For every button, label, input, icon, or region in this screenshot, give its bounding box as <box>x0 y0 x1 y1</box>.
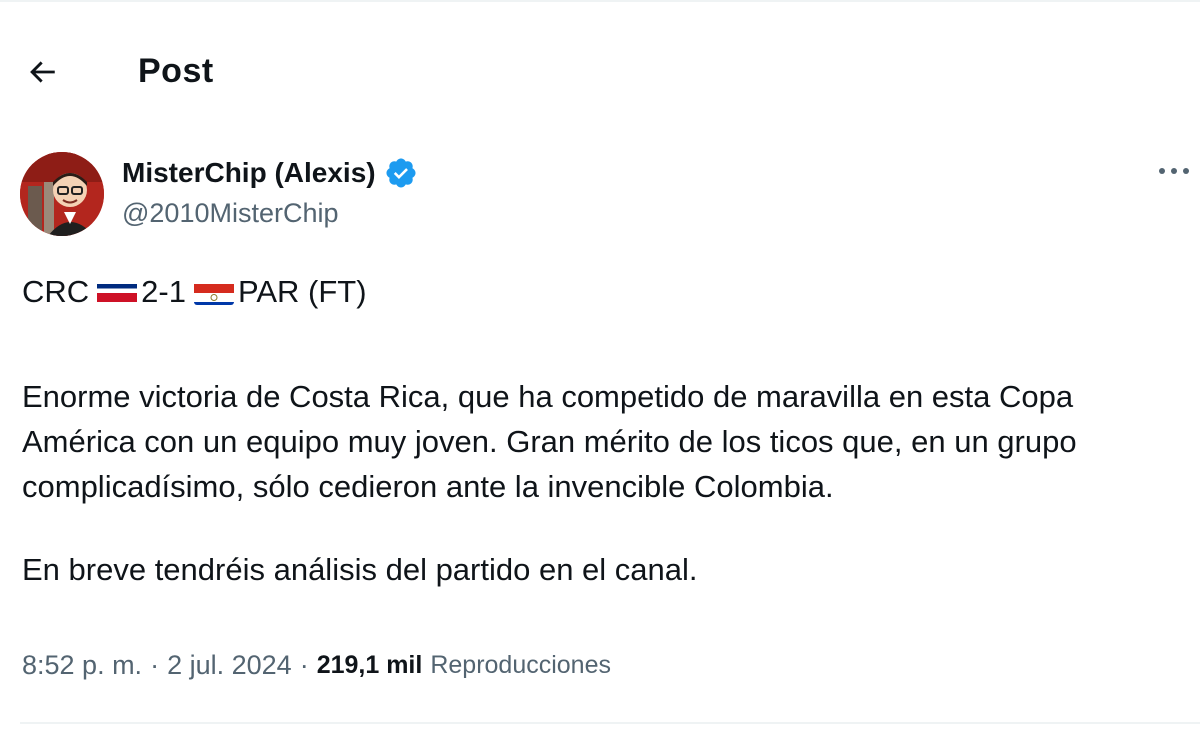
header: Post <box>0 30 1200 110</box>
avatar-image <box>20 152 104 236</box>
post-page: Post MisterChip (Alexis) @2010MisterChip… <box>0 0 1200 745</box>
tweet-paragraph-2: En breve tendréis análisis del partido e… <box>22 552 698 587</box>
meta-separator: · <box>299 650 309 680</box>
meta-separator: · <box>150 650 160 680</box>
verified-badge-icon[interactable] <box>384 156 418 190</box>
display-name[interactable]: MisterChip (Alexis) <box>122 157 376 189</box>
arrow-left-icon <box>30 61 55 83</box>
score-line: CRC 2-1 PAR (FT) <box>22 270 1192 312</box>
divider <box>20 722 1200 724</box>
author-row: MisterChip (Alexis) @2010MisterChip <box>20 152 1190 242</box>
score-result: 2-1 <box>141 273 186 309</box>
avatar[interactable] <box>20 152 104 236</box>
tweet-paragraph-1: Enorme victoria de Costa Rica, que ha co… <box>22 379 1077 504</box>
post-date[interactable]: 2 jul. 2024 <box>167 650 292 681</box>
post-time[interactable]: 8:52 p. m. <box>22 650 142 681</box>
more-options-button[interactable] <box>1154 156 1194 186</box>
tweet-meta: 8:52 p. m. · 2 jul. 2024 · 219,1 mil Rep… <box>22 650 611 681</box>
paraguay-flag-icon <box>193 278 234 305</box>
views-count[interactable]: 219,1 mil <box>317 651 423 680</box>
views-label[interactable]: Reproducciones <box>430 651 611 680</box>
display-name-wrap: MisterChip (Alexis) <box>122 156 418 190</box>
page-title: Post <box>138 52 214 90</box>
tweet-text: CRC 2-1 PAR (FT) Enorme victoria de Cost… <box>22 270 1192 592</box>
home-team: CRC <box>22 273 90 309</box>
away-team: PAR (FT) <box>237 273 367 309</box>
handle[interactable]: @2010MisterChip <box>122 198 339 229</box>
costa-rica-flag-icon <box>97 278 138 305</box>
back-button[interactable] <box>20 50 64 94</box>
more-horizontal-icon <box>1159 168 1189 174</box>
